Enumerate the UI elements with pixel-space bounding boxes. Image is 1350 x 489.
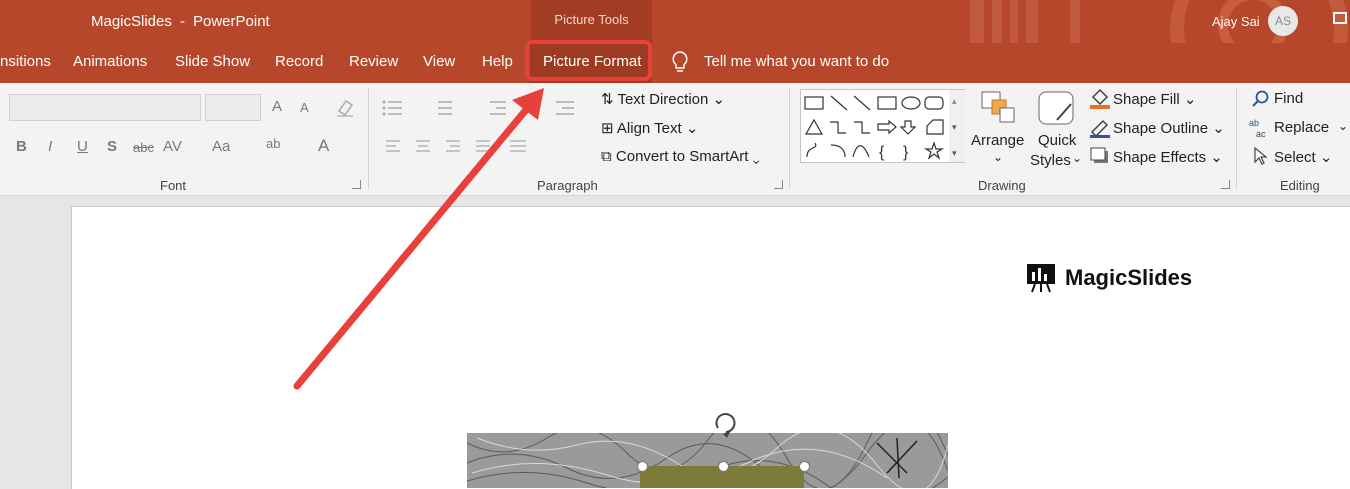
document-title: MagicSlides (91, 13, 172, 30)
shape-effects-icon (1090, 147, 1108, 163)
character-spacing-button[interactable]: AV (163, 138, 182, 155)
ribbon-display-options-icon[interactable] (1333, 12, 1347, 24)
shape-fill-button[interactable]: Shape Fill ⌄ (1113, 90, 1196, 108)
background-decoration (1026, 0, 1038, 43)
tab-view[interactable]: View (423, 53, 455, 70)
align-text-label: Align Text (616, 120, 682, 137)
tab-record[interactable]: Record (275, 53, 323, 70)
italic-button[interactable]: I (48, 138, 52, 155)
smartart-icon: ⧉ (601, 148, 616, 165)
rotate-handle-icon[interactable] (709, 408, 743, 438)
group-separator (789, 88, 790, 188)
svg-text:{: { (879, 144, 885, 161)
selected-picture[interactable] (467, 433, 948, 488)
alignment-buttons-icon[interactable] (382, 137, 542, 157)
svg-text:}: } (903, 144, 909, 161)
arrange-icon[interactable] (980, 90, 1018, 126)
shape-effects-button[interactable]: Shape Effects ⌄ (1113, 148, 1223, 166)
group-separator (368, 88, 369, 188)
background-decoration (1070, 0, 1080, 43)
strikethrough-button[interactable]: abc (133, 140, 154, 155)
svg-text:▾: ▾ (952, 148, 957, 158)
clear-formatting-icon[interactable] (334, 97, 356, 117)
tab-review[interactable]: Review (349, 53, 398, 70)
font-name-dropdown[interactable] (9, 94, 201, 121)
tab-highlight-box (525, 40, 652, 81)
convert-to-smartart-label: Convert to SmartArt (615, 148, 749, 165)
align-text-icon: ⊞ (601, 120, 617, 137)
shrink-font-button[interactable]: A (300, 100, 309, 115)
lightbulb-icon (672, 51, 688, 72)
shape-effects-label: Shape Effects (1113, 149, 1207, 166)
tab-slide-show[interactable]: Slide Show (175, 53, 250, 70)
avatar[interactable]: AS (1268, 6, 1298, 36)
shapes-icons[interactable]: {} ▴ ▾ ▾ (801, 90, 965, 162)
editing-group-label: Editing (1280, 178, 1320, 193)
convert-to-smartart-button[interactable]: ⧉ Convert to SmartArt ⌄ (601, 148, 760, 165)
drawing-dialog-launcher[interactable] (1221, 180, 1230, 189)
replace-dropdown-arrow[interactable]: ⌄ (1338, 119, 1348, 133)
shapes-gallery[interactable]: {} ▴ ▾ ▾ (800, 89, 965, 163)
list-buttons-icon[interactable] (380, 97, 500, 119)
tab-animations[interactable]: Animations (73, 53, 147, 70)
picture-texture (467, 433, 948, 488)
font-group-label: Font (160, 178, 187, 193)
quick-styles-label-2[interactable]: Styles (1030, 152, 1071, 169)
select-button[interactable]: Select ⌄ (1274, 148, 1332, 166)
background-decoration (1010, 0, 1018, 43)
magicslides-logo-icon (1027, 264, 1055, 293)
quick-styles-icon[interactable] (1037, 90, 1077, 128)
background-decoration (992, 0, 1002, 43)
text-direction-label: Text Direction (617, 91, 709, 108)
find-search-icon (1252, 90, 1269, 107)
select-label: Select (1274, 149, 1316, 166)
svg-text:ac: ac (1256, 129, 1266, 139)
app-name: PowerPoint (193, 13, 270, 30)
shape-fill-label: Shape Fill (1113, 91, 1180, 108)
resize-handle[interactable] (637, 461, 648, 472)
quick-styles-label-1[interactable]: Quick (1038, 132, 1076, 149)
text-direction-icon: ⇅ (601, 91, 618, 108)
quick-styles-dropdown-arrow[interactable]: ⌄ (1072, 151, 1082, 165)
picture-tools-context-header: Picture Tools (531, 0, 652, 43)
magicslides-logo-text: MagicSlides (1065, 265, 1193, 290)
select-cursor-icon (1254, 146, 1268, 165)
text-direction-button[interactable]: ⇅ Text Direction ⌄ (601, 90, 725, 108)
paragraph-dialog-launcher[interactable] (774, 180, 783, 189)
resize-handle[interactable] (718, 461, 729, 472)
user-name[interactable]: Ajay Sai (1212, 14, 1260, 29)
group-separator (1236, 88, 1237, 188)
shape-outline-button[interactable]: Shape Outline ⌄ (1113, 119, 1225, 137)
align-text-button[interactable]: ⊞ Align Text ⌄ (601, 119, 698, 137)
shape-outline-label: Shape Outline (1113, 120, 1209, 137)
arrange-dropdown-arrow[interactable]: ⌄ (993, 150, 1003, 164)
tab-transitions[interactable]: nsitions (0, 53, 51, 70)
resize-handle[interactable] (799, 461, 810, 472)
font-size-dropdown[interactable] (205, 94, 261, 121)
paragraph-group-label: Paragraph (537, 178, 598, 193)
svg-text:▾: ▾ (952, 122, 957, 132)
pen-outline-icon (1090, 119, 1110, 138)
underline-button[interactable]: U (77, 138, 88, 155)
text-shadow-button[interactable]: S (107, 138, 117, 155)
grow-font-button[interactable]: A (272, 98, 282, 115)
tell-me-search[interactable]: Tell me what you want to do (704, 53, 889, 70)
title-separator: - (180, 13, 185, 30)
find-button[interactable]: Find (1274, 90, 1303, 107)
paint-bucket-icon (1090, 88, 1110, 109)
font-dialog-launcher[interactable] (352, 180, 361, 189)
highlight-color-button[interactable]: ab (266, 136, 280, 151)
indent-buttons-icon[interactable] (488, 97, 578, 119)
background-decoration (970, 0, 984, 43)
drawing-group-label: Drawing (978, 178, 1026, 193)
arrange-button[interactable]: Arrange (971, 132, 1024, 149)
replace-button[interactable]: Replace (1274, 119, 1329, 136)
svg-text:ab: ab (1249, 118, 1259, 128)
svg-text:▴: ▴ (952, 96, 957, 106)
bold-button[interactable]: B (16, 138, 27, 155)
font-color-button[interactable]: A (318, 136, 329, 156)
replace-icon: abac (1249, 118, 1266, 139)
tab-help[interactable]: Help (482, 53, 513, 70)
change-case-button[interactable]: Aa (212, 138, 230, 155)
